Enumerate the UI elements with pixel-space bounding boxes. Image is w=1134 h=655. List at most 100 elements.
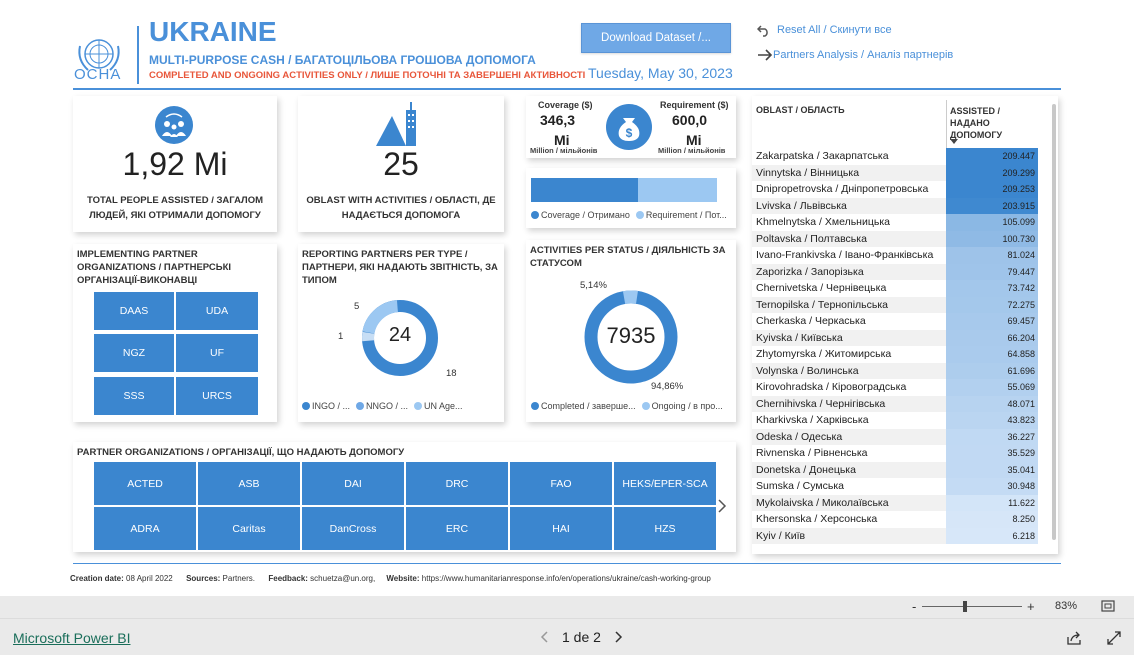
table-scrollbar[interactable] — [1052, 104, 1056, 540]
table-header-assisted[interactable]: ASSISTED / НАДАНО ДОПОМОГУ — [950, 105, 1016, 141]
table-row[interactable]: Mykolaivska / Миколаївська 11.622 — [752, 494, 1046, 511]
partner-tile[interactable]: NGZ — [94, 334, 174, 372]
table-row[interactable]: Chernihivska / Чернігівська 48.071 — [752, 395, 1046, 412]
partner-org-tile[interactable]: ACTED — [94, 462, 196, 505]
oblast-name: Rivnenska / Рівненська — [756, 447, 868, 459]
table-row[interactable]: Odeska / Одеська 36.227 — [752, 428, 1046, 445]
coverage-bar-card: Coverage / Отримано Requirement / Пот... — [526, 168, 736, 228]
partner-tile[interactable]: URCS — [176, 377, 258, 415]
partner-tile[interactable]: DAAS — [94, 292, 174, 330]
oblast-name: Zakarpatska / Закарпатська — [756, 150, 889, 162]
partner-org-tile[interactable]: DAI — [302, 462, 404, 505]
legend-ongoing[interactable]: Ongoing / в про... — [641, 401, 723, 411]
chevron-left-icon[interactable] — [540, 631, 548, 643]
partner-tile[interactable]: UF — [176, 334, 258, 372]
oblast-name: Kyivska / Київська — [752, 329, 946, 346]
partner-org-tile[interactable]: DRC — [406, 462, 508, 505]
table-row[interactable]: Vinnytska / Вінницька 209.299 — [752, 164, 1046, 181]
table-row[interactable]: Ternopilska / Тернопільська 72.275 — [752, 296, 1046, 313]
oblast-name: Kirovohradska / Кіровоградська — [756, 381, 907, 393]
table-header-oblast[interactable]: OBLAST / ОБЛАСТЬ — [756, 105, 845, 115]
assisted-value: 55.069 — [946, 379, 1038, 396]
table-row[interactable]: Sumska / Сумська 30.948 — [752, 478, 1046, 495]
table-row[interactable]: Donetska / Донецька 35.041 — [752, 461, 1046, 478]
chevron-right-icon[interactable] — [717, 499, 727, 513]
assisted-value: 79.447 — [946, 263, 1038, 280]
oblast-name: Ivano-Frankivska / Івано-Франківська — [756, 249, 934, 261]
partner-org-tile[interactable]: HAI — [510, 507, 612, 550]
table-row[interactable]: Cherkaska / Черкаська 69.457 — [752, 313, 1046, 330]
legend-ingo[interactable]: INGO / ... — [302, 401, 350, 411]
partners-analysis-label: Partners Analysis / Аналіз партнерів — [773, 49, 954, 61]
partner-organizations-card: PARTNER ORGANIZATIONS / ОРГАНІЗАЦІЇ, ЩО … — [73, 442, 736, 552]
table-row[interactable]: Khmelnytska / Хмельницька 105.099 — [752, 214, 1046, 231]
assisted-value: 81.024 — [946, 247, 1038, 264]
share-icon[interactable] — [1067, 631, 1082, 645]
table-row[interactable]: Dnipropetrovska / Дніпропетровська 209.25… — [752, 181, 1046, 198]
activities-status-title: ACTIVITIES PER STATUS / ДІЯЛЬНІСТЬ ЗА СТ… — [530, 245, 726, 269]
legend-completed[interactable]: Completed / заверше... — [531, 401, 636, 411]
reporting-legend: INGO / ... NNGO / ... UN Age... — [302, 401, 463, 411]
legend-requirement[interactable]: Requirement / Пот... — [635, 210, 727, 220]
legend-coverage[interactable]: Coverage / Отримано — [531, 210, 630, 220]
reset-all-button[interactable]: Reset All / Скинути все — [757, 23, 892, 37]
table-row[interactable]: Ivano-Frankivska / Івано-Франківська 81.0… — [752, 247, 1046, 264]
table-row[interactable]: Zakarpatska / Закарпатська 209.447 — [752, 148, 1046, 165]
download-dataset-button[interactable]: Download Dataset /... — [581, 23, 731, 53]
fullscreen-icon[interactable] — [1107, 631, 1121, 645]
partner-org-tile[interactable]: DanCross — [302, 507, 404, 550]
table-row[interactable]: Zhytomyrska / Житомирська 64.858 — [752, 346, 1046, 363]
footer-website-value[interactable]: https://www.humanitarianresponse.info/en… — [422, 574, 711, 583]
footer-creation-value: 08 April 2022 — [126, 574, 173, 583]
report-canvas: OCHA UKRAINE MULTI-PURPOSE CASH / БАГАТО… — [0, 0, 1134, 596]
table-row[interactable]: Khersonska / Херсонська 8.250 — [752, 511, 1046, 528]
fit-page-icon[interactable] — [1101, 600, 1115, 612]
header-rule — [73, 88, 1061, 90]
table-row[interactable]: Volynska / Волинська 61.696 — [752, 362, 1046, 379]
partners-analysis-link[interactable]: Partners Analysis / Аналіз партнерів — [757, 48, 953, 62]
donut-label-ongoing: 5,14% — [580, 280, 607, 291]
table-row[interactable]: Poltavska / Полтавська 100.730 — [752, 230, 1046, 247]
requirement-bar[interactable] — [531, 178, 717, 202]
partner-org-tile[interactable]: ERC — [406, 507, 508, 550]
partner-org-tile[interactable]: ASB — [198, 462, 300, 505]
table-row[interactable]: Kyiv / Київ 6.218 — [752, 527, 1046, 544]
table-row[interactable]: Rivnenska / Рівненська 35.529 — [752, 445, 1046, 462]
coverage-sub: Million / мільйонів — [530, 146, 598, 155]
partner-org-tile[interactable]: Caritas — [198, 507, 300, 550]
oblast-table: OBLAST / ОБЛАСТЬ ASSISTED / НАДАНО ДОПОМ… — [752, 96, 1058, 554]
logo-text: OCHA — [74, 66, 122, 83]
table-row[interactable]: Lvivska / Львівська 203.915 — [752, 197, 1046, 214]
table-row[interactable]: Kharkivska / Харківська 43.823 — [752, 412, 1046, 429]
legend-nngo[interactable]: NNGO / ... — [356, 401, 408, 411]
assisted-value: 69.457 — [946, 313, 1038, 330]
page-subtitle-note: COMPLETED AND ONGOING ACTIVITIES ONLY / … — [149, 70, 586, 81]
table-row[interactable]: Zaporizka / Запорізька 79.447 — [752, 263, 1046, 280]
partner-org-tile[interactable]: ADRA — [94, 507, 196, 550]
money-bag-icon: $ — [606, 104, 652, 150]
partner-org-tile[interactable]: FAO — [510, 462, 612, 505]
table-header-divider — [946, 100, 947, 148]
legend-un[interactable]: UN Age... — [414, 401, 463, 411]
sort-desc-icon[interactable] — [950, 139, 958, 144]
page-indicator: 1 de 2 — [562, 629, 601, 645]
assisted-value: 30.948 — [946, 478, 1038, 495]
zoom-slider-track[interactable] — [922, 606, 1022, 607]
partner-tile[interactable]: SSS — [94, 377, 174, 415]
zoom-in-button[interactable]: + — [1027, 599, 1035, 614]
footer-feedback-label: Feedback: — [268, 574, 308, 583]
chevron-right-icon[interactable] — [615, 631, 623, 643]
table-row[interactable]: Chernivetska / Чернівецька 73.742 — [752, 280, 1046, 297]
page-navigator: 1 de 2 — [540, 629, 623, 645]
table-row[interactable]: Kirovohradska / Кіровоградська 55.069 — [752, 379, 1046, 396]
partner-org-tile[interactable]: HEKS/EPER-SCA — [614, 462, 716, 505]
coverage-bar-fill[interactable] — [531, 178, 639, 202]
zoom-out-button[interactable]: - — [912, 599, 916, 614]
activities-legend: Completed / заверше... Ongoing / в про..… — [531, 401, 723, 411]
zoom-slider-thumb[interactable] — [963, 601, 967, 612]
partner-org-tile[interactable]: HZS — [614, 507, 716, 550]
power-bi-link[interactable]: Microsoft Power BI — [13, 630, 130, 646]
table-row[interactable]: Kyivska / Київська 66.204 — [752, 329, 1046, 346]
partner-tile[interactable]: UDA — [176, 292, 258, 330]
oblast-name: Poltavska / Полтавська — [752, 230, 946, 247]
